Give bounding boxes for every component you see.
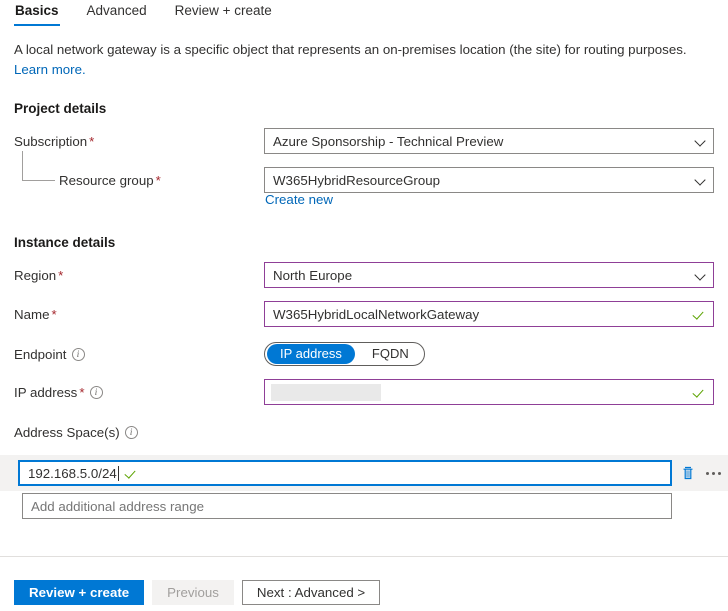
name-label: Name *	[14, 306, 57, 323]
section-instance-details: Instance details	[14, 235, 116, 250]
review-create-button[interactable]: Review + create	[14, 580, 145, 605]
ip-address-label: IP address *	[14, 384, 103, 401]
resource-group-label-text: Resource group	[59, 173, 154, 188]
wizard-tabs: Basics Advanced Review + create	[0, 0, 728, 32]
address-space-input[interactable]: 192.168.5.0/24	[18, 460, 672, 486]
info-icon[interactable]	[71, 347, 85, 361]
create-new-resource-group-link[interactable]: Create new	[265, 192, 333, 207]
resource-group-value: W365HybridResourceGroup	[273, 172, 441, 188]
resource-group-required-asterisk: *	[155, 173, 161, 188]
region-required-asterisk: *	[58, 268, 64, 283]
chevron-down-icon	[695, 174, 707, 186]
resource-group-dropdown[interactable]: W365HybridResourceGroup	[264, 167, 714, 193]
subscription-value: Azure Sponsorship - Technical Preview	[273, 133, 504, 149]
address-space-additional-placeholder: Add additional address range	[31, 498, 204, 514]
name-value: W365HybridLocalNetworkGateway	[273, 306, 480, 322]
ip-address-input[interactable]	[264, 379, 714, 405]
endpoint-option-fqdn[interactable]: FQDN	[359, 344, 422, 364]
delete-icon[interactable]	[678, 463, 698, 483]
address-space-label: Address Space(s)	[14, 424, 138, 441]
create-local-network-gateway-form: Basics Advanced Review + create A local …	[0, 0, 728, 611]
subscription-label-text: Subscription	[14, 134, 88, 149]
info-icon[interactable]	[89, 385, 103, 399]
name-input[interactable]: W365HybridLocalNetworkGateway	[264, 301, 714, 327]
next-advanced-button[interactable]: Next : Advanced >	[241, 580, 381, 605]
endpoint-toggle-group[interactable]: IP address FQDN	[264, 342, 425, 366]
info-icon[interactable]	[124, 425, 138, 439]
name-label-text: Name	[14, 307, 50, 322]
resource-group-label: Resource group *	[59, 172, 161, 189]
form-description: A local network gateway is a specific ob…	[14, 40, 714, 80]
more-options-icon[interactable]	[702, 463, 724, 483]
region-dropdown[interactable]: North Europe	[264, 262, 714, 288]
subscription-dropdown[interactable]: Azure Sponsorship - Technical Preview	[264, 128, 714, 154]
section-project-details: Project details	[14, 101, 107, 116]
wizard-footer: Review + create Previous Next : Advanced…	[14, 580, 381, 605]
ellipsis-dot	[705, 471, 709, 475]
region-label: Region *	[14, 267, 63, 284]
learn-more-link[interactable]: Learn more.	[14, 62, 86, 77]
chevron-down-icon	[695, 269, 707, 281]
ip-address-label-text: IP address	[14, 385, 78, 400]
previous-button: Previous	[152, 580, 234, 605]
valid-check-icon	[693, 307, 707, 321]
name-required-asterisk: *	[51, 307, 57, 322]
valid-check-icon	[125, 466, 139, 480]
address-space-row-actions	[678, 461, 724, 485]
endpoint-label-text: Endpoint	[14, 347, 67, 362]
subscription-label: Subscription *	[14, 133, 94, 150]
form-description-text: A local network gateway is a specific ob…	[14, 42, 687, 57]
address-space-value: 192.168.5.0/24	[28, 465, 117, 481]
subscription-required-asterisk: *	[89, 134, 95, 149]
endpoint-label: Endpoint	[14, 346, 85, 363]
resource-group-tree-connector	[22, 151, 55, 181]
tab-basics[interactable]: Basics	[14, 0, 60, 26]
address-space-additional-input[interactable]: Add additional address range	[22, 493, 672, 519]
tab-review-create-label: Review + create	[174, 3, 272, 18]
ip-address-required-asterisk: *	[79, 385, 85, 400]
region-value: North Europe	[273, 267, 353, 283]
tab-basics-label: Basics	[15, 3, 59, 18]
address-space-label-text: Address Space(s)	[14, 425, 120, 440]
endpoint-option-ip-address[interactable]: IP address	[267, 344, 355, 364]
tab-advanced[interactable]: Advanced	[86, 0, 148, 26]
valid-check-icon	[693, 385, 707, 399]
text-caret	[117, 465, 119, 481]
ellipsis-dot	[717, 471, 721, 475]
redacted-value-overlay	[271, 383, 381, 401]
tab-advanced-label: Advanced	[86, 3, 147, 18]
region-label-text: Region	[14, 268, 57, 283]
footer-separator	[0, 556, 728, 557]
ellipsis-dot	[711, 471, 715, 475]
tab-review-create[interactable]: Review + create	[174, 0, 273, 26]
chevron-down-icon	[695, 135, 707, 147]
